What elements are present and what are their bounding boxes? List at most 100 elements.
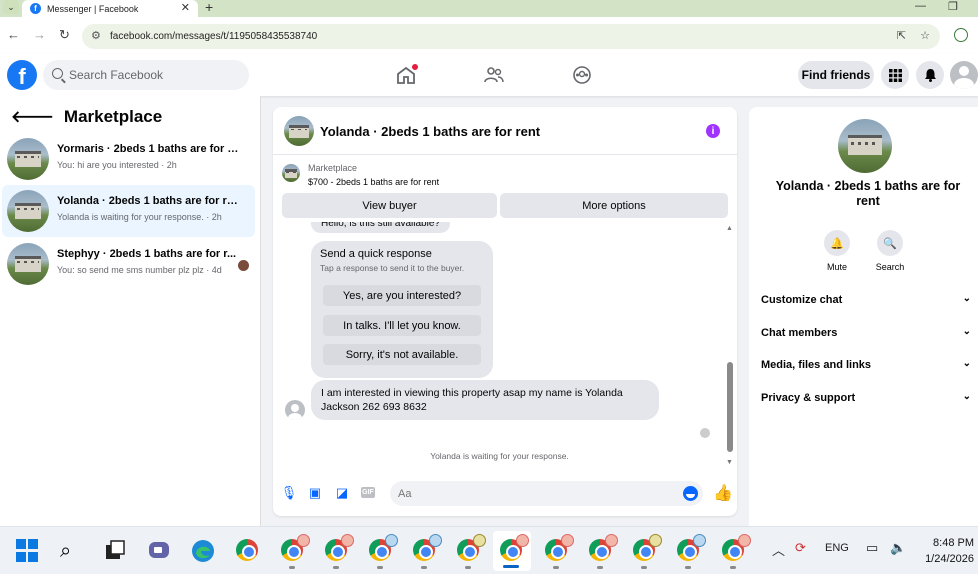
microphone-icon[interactable]: 🎙 bbox=[281, 485, 298, 500]
chrome-profile-icon[interactable] bbox=[545, 534, 574, 569]
chrome-profile-icon[interactable] bbox=[589, 534, 618, 569]
buyer-avatar bbox=[285, 400, 305, 420]
message-thread[interactable]: Hello, is this still available? Send a q… bbox=[273, 222, 737, 472]
media-files-links-section[interactable]: Media, files and links ⌄ bbox=[761, 355, 971, 375]
customize-chat-section[interactable]: Customize chat ⌄ bbox=[761, 290, 971, 310]
chrome-icon[interactable] bbox=[236, 539, 260, 563]
chat-title[interactable]: Yolanda · 2beds 1 baths are for rent bbox=[320, 124, 540, 139]
teams-chat-icon[interactable] bbox=[147, 539, 171, 563]
profile-badge-icon bbox=[605, 534, 618, 547]
start-windows-icon[interactable] bbox=[16, 539, 40, 563]
taskbar-search-icon[interactable]: ⌕ bbox=[60, 539, 84, 563]
section-label: Media, files and links bbox=[761, 359, 872, 371]
account-avatar[interactable] bbox=[950, 61, 978, 89]
back-arrow-icon[interactable]: 🡐 bbox=[11, 106, 54, 127]
conversation-name: Stephyy · 2beds 1 baths are for r... bbox=[57, 248, 237, 260]
quick-response-option[interactable]: Yes, are you interested? bbox=[323, 285, 481, 306]
profile-badge-icon bbox=[341, 534, 354, 547]
forward-icon[interactable]: → bbox=[33, 27, 46, 42]
address-bar[interactable]: ⚙ facebook.com/messages/t/11950584355387… bbox=[82, 24, 940, 49]
chat-listing-thumbnail[interactable] bbox=[284, 116, 314, 146]
emoji-icon[interactable] bbox=[683, 486, 698, 501]
marketplace-listing-bar[interactable]: Marketplace $700 - 2beds 1 baths are for… bbox=[273, 156, 737, 192]
input-language[interactable]: ENG bbox=[825, 542, 849, 554]
restore-button[interactable]: ❐ bbox=[948, 0, 958, 13]
reload-icon[interactable]: ↻ bbox=[59, 27, 70, 43]
seen-avatar-icon bbox=[238, 260, 249, 271]
read-receipt-icon bbox=[700, 428, 710, 438]
mute-label: Mute bbox=[826, 262, 847, 272]
volume-icon[interactable]: 🔈 bbox=[890, 540, 906, 556]
search-icon[interactable]: 🔍 bbox=[877, 230, 903, 256]
browser-tab[interactable]: f Messenger | Facebook ✕ bbox=[22, 0, 198, 17]
more-options-button[interactable]: More options bbox=[500, 193, 728, 218]
mute-action[interactable]: 🔔 Mute bbox=[812, 230, 862, 272]
message-input[interactable] bbox=[390, 481, 703, 506]
tab-search-button[interactable]: ⌄ bbox=[3, 0, 19, 14]
quick-response-option[interactable]: In talks. I'll let you know. bbox=[323, 315, 481, 336]
notifications-bell-icon[interactable] bbox=[916, 61, 944, 89]
conversation-info-icon[interactable]: i bbox=[706, 124, 720, 138]
mute-bell-icon[interactable]: 🔔 bbox=[824, 230, 850, 256]
network-icon[interactable]: ▭ bbox=[866, 540, 878, 556]
profile-badge-icon bbox=[649, 534, 662, 547]
gif-icon[interactable]: GIF bbox=[361, 487, 375, 498]
windows-taskbar: ⌕ ︿ ⟳ ENG ▭ 🔈 8:48 PM 1/24/2026 bbox=[0, 526, 978, 574]
scrollbar-thumb[interactable] bbox=[727, 362, 733, 452]
browser-profile-icon[interactable] bbox=[954, 28, 968, 42]
minimize-button[interactable]: — bbox=[915, 0, 926, 12]
home-nav-icon[interactable] bbox=[396, 64, 418, 84]
chrome-profile-icon-active[interactable] bbox=[500, 534, 529, 563]
conversation-item[interactable]: Yormaris · 2beds 1 baths are for rent Yo… bbox=[2, 133, 255, 185]
search-facebook-input[interactable]: Search Facebook bbox=[43, 60, 249, 90]
listing-price-title: $700 - 2beds 1 baths are for rent bbox=[308, 177, 440, 187]
browser-tab-bar: ⌄ f Messenger | Facebook ✕ + — ❐ bbox=[0, 0, 978, 17]
facebook-logo-icon[interactable]: f bbox=[7, 60, 37, 90]
view-buyer-button[interactable]: View buyer bbox=[282, 193, 497, 218]
conversation-item-selected[interactable]: Yolanda · 2beds 1 baths are for rent Yol… bbox=[2, 185, 255, 237]
quick-response-option[interactable]: Sorry, it's not available. bbox=[323, 344, 481, 365]
chrome-profile-icon[interactable] bbox=[281, 534, 310, 569]
site-info-icon[interactable]: ⚙ bbox=[91, 29, 101, 42]
new-tab-button[interactable]: + bbox=[205, 0, 213, 15]
conversation-name: Yormaris · 2beds 1 baths are for rent bbox=[57, 143, 239, 155]
system-clock[interactable]: 8:48 PM 1/24/2026 bbox=[925, 535, 974, 567]
back-icon[interactable]: ← bbox=[7, 27, 20, 42]
chrome-profile-icon[interactable] bbox=[413, 534, 442, 569]
close-tab-icon[interactable]: ✕ bbox=[181, 1, 190, 14]
chat-members-section[interactable]: Chat members ⌄ bbox=[761, 323, 971, 343]
chrome-profile-icon[interactable] bbox=[722, 534, 751, 569]
show-hidden-icons-chevron-icon[interactable]: ︿ bbox=[772, 540, 785, 559]
thumbs-up-icon[interactable]: 👍 bbox=[713, 483, 733, 503]
photo-icon[interactable]: ▣ bbox=[308, 485, 322, 500]
sync-alert-icon[interactable]: ⟳ bbox=[795, 540, 806, 556]
chrome-profile-icon[interactable] bbox=[369, 534, 398, 569]
edge-browser-icon[interactable] bbox=[191, 539, 215, 563]
active-indicator bbox=[503, 565, 519, 568]
chrome-profile-icon[interactable] bbox=[633, 534, 662, 569]
listing-thumbnail bbox=[282, 164, 300, 182]
sticker-icon[interactable]: ◪ bbox=[335, 485, 349, 500]
find-friends-button[interactable]: Find friends bbox=[798, 61, 874, 89]
section-label: Privacy & support bbox=[761, 392, 856, 404]
conversation-preview: You: hi are you interested · 2h bbox=[57, 160, 177, 170]
chat-header: Yolanda · 2beds 1 baths are for rent i bbox=[273, 107, 737, 155]
chrome-profile-icon[interactable] bbox=[457, 534, 486, 569]
groups-nav-icon[interactable] bbox=[572, 66, 592, 84]
scroll-up-icon[interactable]: ▲ bbox=[726, 225, 733, 232]
conversation-item[interactable]: Stephyy · 2beds 1 baths are for r... You… bbox=[2, 238, 255, 290]
search-action[interactable]: 🔍 Search bbox=[865, 230, 915, 272]
quick-response-subtitle: Tap a response to send it to the buyer. bbox=[320, 263, 465, 273]
install-app-icon[interactable]: ⇱ bbox=[897, 29, 906, 42]
task-view-icon[interactable] bbox=[104, 539, 128, 563]
chrome-profile-icon[interactable] bbox=[677, 534, 706, 569]
scroll-down-icon[interactable]: ▼ bbox=[726, 459, 733, 466]
chrome-profile-icon[interactable] bbox=[325, 534, 354, 569]
bookmark-star-icon[interactable]: ☆ bbox=[920, 29, 930, 42]
conversation-name: Yolanda · 2beds 1 baths are for rent bbox=[57, 195, 239, 207]
menu-grid-icon[interactable] bbox=[881, 61, 909, 89]
message-composer: 🎙 ▣ ◪ GIF 👍 bbox=[273, 477, 737, 509]
friends-nav-icon[interactable] bbox=[484, 66, 504, 84]
privacy-support-section[interactable]: Privacy & support ⌄ bbox=[761, 388, 971, 408]
chat-scrollbar[interactable]: ▲ ▼ bbox=[726, 225, 734, 468]
